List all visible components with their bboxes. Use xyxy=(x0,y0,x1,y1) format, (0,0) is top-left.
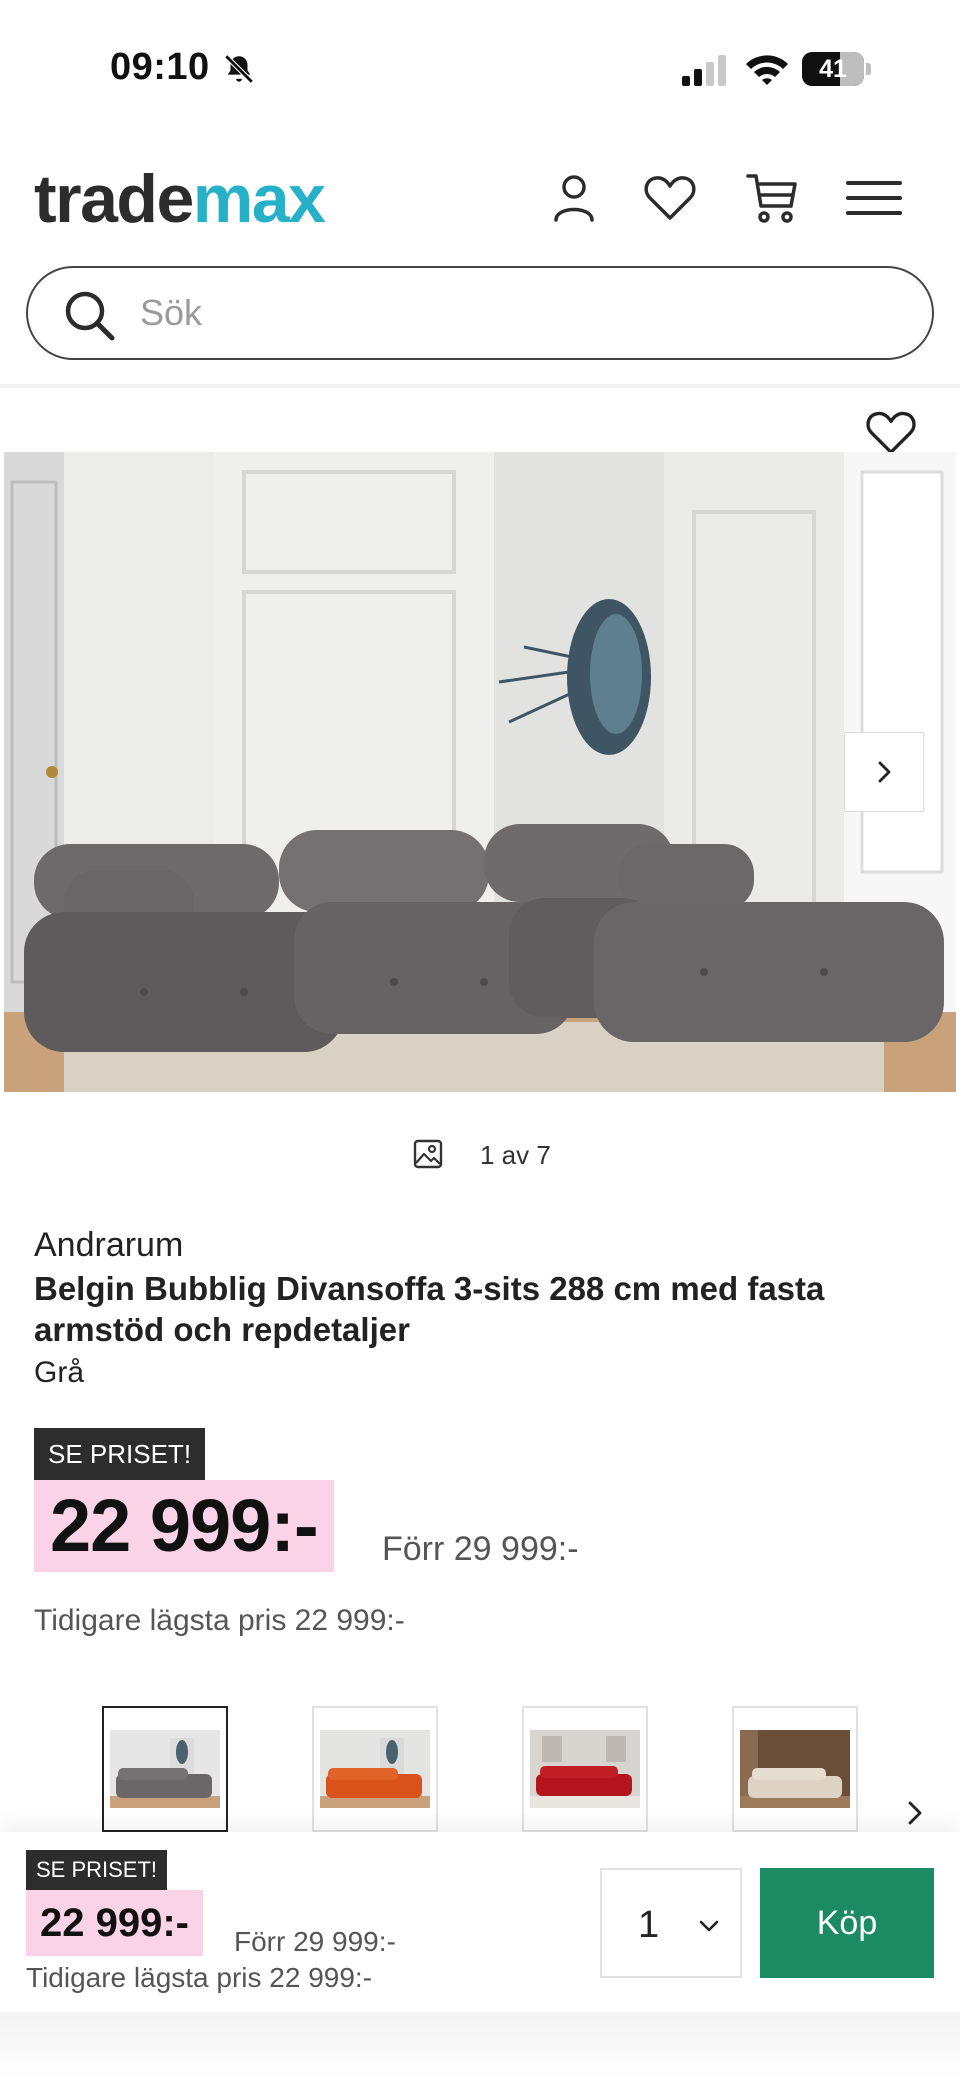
deal-badge: SE PRISET! xyxy=(34,1428,206,1480)
image-counter: 1 av 7 xyxy=(480,1140,551,1170)
sticky-old-price: Förr 29 999:- xyxy=(234,1926,396,1957)
quantity-select[interactable]: 1 xyxy=(600,1868,742,1978)
battery-level: 41 xyxy=(819,55,847,83)
bell-off-icon xyxy=(224,54,254,84)
user-icon[interactable] xyxy=(544,168,604,228)
status-bar: 09:10 41 xyxy=(0,0,960,140)
product-title: Belgin Bubblig Divansoffa 3-sits 288 cm … xyxy=(34,1270,825,1348)
signal-icon xyxy=(682,55,726,86)
logo-text-part2: max xyxy=(192,161,326,237)
sticky-deal-badge: SE PRISET! xyxy=(26,1850,168,1890)
heart-icon[interactable] xyxy=(640,168,700,228)
product-variant: Grå xyxy=(34,1356,85,1389)
header-divider xyxy=(0,384,960,388)
sticky-price-highlight: 22 999:- xyxy=(26,1890,203,1956)
lowest-price-note: Tidigare lägsta pris 22 999:- xyxy=(34,1604,405,1637)
product-price: 22 999:- xyxy=(50,1484,319,1567)
thumbnail-1[interactable] xyxy=(102,1706,228,1832)
chevron-down-icon xyxy=(699,1920,719,1932)
thumbnail-4[interactable] xyxy=(732,1706,858,1832)
status-time: 09:10 xyxy=(110,46,210,88)
next-image-button[interactable] xyxy=(844,732,924,812)
thumbnail-2[interactable] xyxy=(312,1706,438,1832)
search-icon xyxy=(65,291,115,341)
favorite-heart-icon[interactable] xyxy=(862,404,920,458)
thumbnail-image xyxy=(110,1730,220,1808)
trademax-logo[interactable]: trademax xyxy=(34,160,326,238)
sofa-photo xyxy=(4,452,956,1092)
logo-text-part1: trade xyxy=(34,161,194,237)
search-input[interactable] xyxy=(140,282,880,344)
chevron-right-icon xyxy=(878,761,891,783)
product-brand[interactable]: Andrarum xyxy=(34,1226,183,1265)
cart-icon[interactable] xyxy=(742,168,802,228)
old-price: Förr 29 999:- xyxy=(382,1530,579,1568)
product-image[interactable] xyxy=(4,452,956,1092)
sticky-purchase-bar: SE PRISET! 22 999:- Förr 29 999:- Tidiga… xyxy=(0,1832,960,2086)
thumbnail-image xyxy=(530,1730,640,1808)
quantity-value: 1 xyxy=(638,1904,660,1946)
thumbnail-image xyxy=(320,1730,430,1808)
search-bar[interactable] xyxy=(26,266,934,360)
image-gallery-icon xyxy=(413,1139,443,1169)
menu-icon[interactable] xyxy=(844,168,904,228)
thumbnails-next-icon[interactable] xyxy=(900,1798,930,1828)
wifi-icon xyxy=(746,55,788,85)
battery-icon: 41 xyxy=(802,52,872,86)
thumbnail-3[interactable] xyxy=(522,1706,648,1832)
buy-button[interactable]: Köp xyxy=(760,1868,934,1978)
sticky-lowest-price-note: Tidigare lägsta pris 22 999:- xyxy=(26,1962,373,1993)
thumbnail-image xyxy=(740,1730,850,1808)
price-highlight: 22 999:- xyxy=(34,1480,334,1572)
image-counter-row: 1 av 7 xyxy=(0,1136,960,1176)
sticky-price: 22 999:- xyxy=(40,1901,189,1945)
